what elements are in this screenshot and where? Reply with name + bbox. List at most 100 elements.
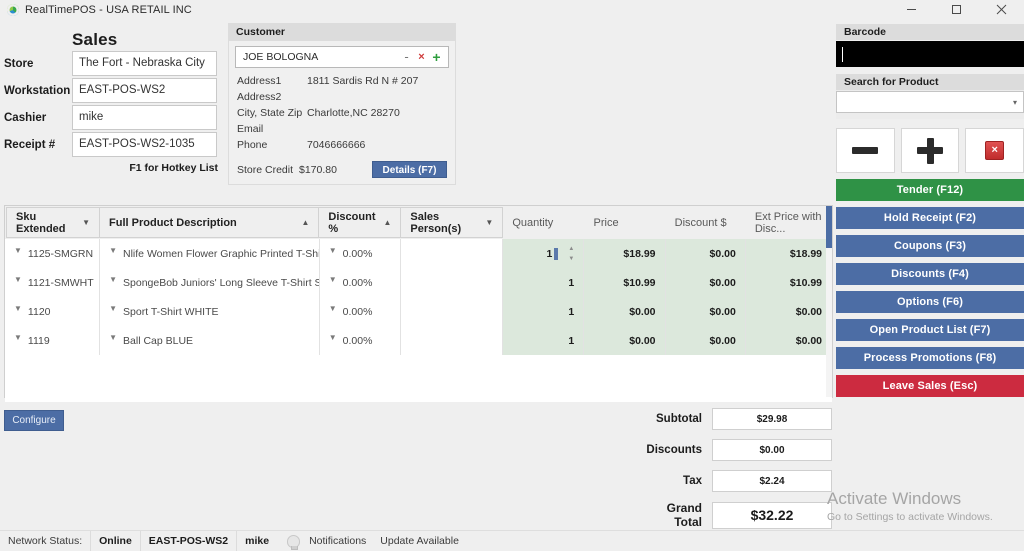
row-expander-icon[interactable]: ▼: [109, 275, 117, 284]
column-header-discount-percent[interactable]: Discount % ▲: [319, 207, 401, 238]
leave-sales-button[interactable]: Leave Sales (Esc): [836, 375, 1024, 397]
row-expander-icon[interactable]: ▼: [329, 333, 337, 342]
options-button[interactable]: Options (F6): [836, 291, 1024, 313]
row-expander-icon[interactable]: ▼: [109, 246, 117, 255]
receipt-field-row: Receipt # EAST-POS-WS2-1035: [4, 132, 217, 157]
cell-sales-person[interactable]: [401, 297, 503, 326]
cell-price[interactable]: $10.99: [584, 268, 665, 297]
cell-discount-percent[interactable]: ▼ 0.00%: [320, 268, 401, 297]
workstation-input[interactable]: EAST-POS-WS2: [72, 78, 217, 103]
row-expander-icon[interactable]: ▼: [109, 304, 117, 313]
cell-sku[interactable]: ▼ 1119: [5, 326, 100, 355]
customer-city-value: Charlotte,NC 28270: [307, 107, 400, 119]
maximize-icon[interactable]: [934, 0, 979, 19]
column-header-sku-extended[interactable]: Sku Extended ▼: [6, 207, 100, 238]
decrement-quantity-button[interactable]: [836, 128, 895, 173]
row-expander-icon[interactable]: ▼: [14, 246, 22, 255]
customer-select[interactable]: JOE BOLOGNA - × +: [235, 46, 449, 68]
table-row[interactable]: ▼ 1120 ▼ Sport T-Shirt WHITE ▼ 0.00% 1 $…: [5, 297, 832, 326]
cell-sku[interactable]: ▼ 1120: [5, 297, 100, 326]
cell-ext-price[interactable]: $0.00: [746, 297, 832, 326]
sort-ascending-icon[interactable]: ▲: [294, 218, 310, 227]
cell-discount-percent[interactable]: ▼ 0.00%: [320, 297, 401, 326]
row-expander-icon[interactable]: ▼: [329, 304, 337, 313]
cell-sku[interactable]: ▼ 1121-SMWHT: [5, 268, 100, 297]
cell-description[interactable]: ▼ Nlife Women Flower Graphic Printed T-S…: [100, 239, 320, 268]
customer-details-button[interactable]: Details (F7): [372, 161, 447, 178]
cashier-input[interactable]: mike: [72, 105, 217, 130]
hold-receipt-button[interactable]: Hold Receipt (F2): [836, 207, 1024, 229]
chevron-down-icon[interactable]: ▼: [74, 218, 90, 227]
column-header-label: Price: [594, 217, 619, 229]
cell-sales-person[interactable]: [401, 268, 503, 297]
quantity-stepper[interactable]: ▲ ▼: [568, 247, 574, 261]
minimize-icon[interactable]: [889, 0, 934, 19]
column-header-sales-persons[interactable]: Sales Person(s) ▼: [401, 207, 503, 238]
cell-description[interactable]: ▼ SpongeBob Juniors' Long Sleeve T-Shirt…: [100, 268, 320, 297]
cell-description[interactable]: ▼ Ball Cap BLUE: [100, 326, 320, 355]
row-expander-icon[interactable]: ▼: [14, 275, 22, 284]
cell-discount-amount[interactable]: $0.00: [666, 239, 746, 268]
barcode-input[interactable]: [836, 41, 1024, 67]
cell-discount-percent[interactable]: ▼ 0.00%: [320, 326, 401, 355]
cell-sales-person[interactable]: [401, 326, 503, 355]
receipt-number-input[interactable]: EAST-POS-WS2-1035: [72, 132, 217, 157]
coupons-button[interactable]: Coupons (F3): [836, 235, 1024, 257]
cell-sales-person[interactable]: [401, 239, 503, 268]
row-expander-icon[interactable]: ▼: [14, 304, 22, 313]
grid-vertical-scrollbar[interactable]: [826, 206, 832, 397]
close-icon[interactable]: [979, 0, 1024, 19]
row-expander-icon[interactable]: ▼: [14, 333, 22, 342]
column-header-price[interactable]: Price: [585, 206, 666, 239]
column-header-discount-amount[interactable]: Discount $: [666, 206, 746, 239]
cell-discount-amount[interactable]: $0.00: [666, 297, 746, 326]
remove-customer-icon[interactable]: ×: [414, 52, 429, 63]
cell-price[interactable]: $0.00: [584, 326, 665, 355]
column-header-quantity[interactable]: Quantity: [503, 206, 584, 239]
cell-ext-price[interactable]: $10.99: [746, 268, 832, 297]
cell-price[interactable]: $0.00: [584, 297, 665, 326]
cell-discount-percent[interactable]: ▼ 0.00%: [320, 239, 401, 268]
cell-quantity[interactable]: 1: [503, 326, 584, 355]
cell-ext-price[interactable]: $18.99: [746, 239, 832, 268]
cell-ext-price[interactable]: $0.00: [746, 326, 832, 355]
table-row[interactable]: ▼ 1119 ▼ Ball Cap BLUE ▼ 0.00% 1 $0.00 $…: [5, 326, 832, 355]
right-action-panel: Barcode Search for Product ▾ × Tender (F…: [836, 24, 1024, 397]
update-available-link[interactable]: Update Available: [366, 535, 459, 547]
cell-discount-amount[interactable]: $0.00: [666, 268, 746, 297]
chevron-down-icon[interactable]: ▾: [1013, 98, 1017, 107]
delete-line-button[interactable]: ×: [965, 128, 1024, 173]
column-header-ext-price-with-discount[interactable]: Ext Price with Disc...: [746, 206, 832, 239]
cell-price[interactable]: $18.99: [584, 239, 665, 268]
cell-quantity[interactable]: 1: [503, 297, 584, 326]
tender-button[interactable]: Tender (F12): [836, 179, 1024, 201]
discounts-button[interactable]: Discounts (F4): [836, 263, 1024, 285]
cell-quantity[interactable]: 1 ▲ ▼: [503, 239, 584, 268]
configure-button[interactable]: Configure: [4, 410, 64, 431]
stepper-up-icon[interactable]: ▲: [568, 247, 574, 251]
column-header-full-product-description[interactable]: Full Product Description ▲: [100, 207, 319, 238]
process-promotions-button[interactable]: Process Promotions (F8): [836, 347, 1024, 369]
search-product-input[interactable]: ▾: [836, 91, 1024, 113]
cell-description[interactable]: ▼ Sport T-Shirt WHITE: [100, 297, 320, 326]
store-input[interactable]: The Fort - Nebraska City: [72, 51, 217, 76]
add-customer-icon[interactable]: +: [429, 50, 444, 64]
cell-sku[interactable]: ▼ 1125-SMGRN: [5, 239, 100, 268]
notifications-link[interactable]: Notifications: [303, 535, 366, 547]
row-expander-icon[interactable]: ▼: [329, 246, 337, 255]
sort-ascending-icon[interactable]: ▲: [375, 218, 391, 227]
row-expander-icon[interactable]: ▼: [329, 275, 337, 284]
grand-total-row: Grand Total $32.22: [640, 501, 832, 529]
chevron-down-icon[interactable]: ▼: [477, 218, 493, 227]
cell-quantity[interactable]: 1: [503, 268, 584, 297]
table-row[interactable]: ▼ 1125-SMGRN ▼ Nlife Women Flower Graphi…: [5, 239, 832, 268]
chevron-down-icon[interactable]: -: [399, 50, 414, 63]
stepper-down-icon[interactable]: ▼: [568, 257, 574, 261]
hotkey-hint: F1 for Hotkey List: [0, 162, 218, 174]
open-product-list-button[interactable]: Open Product List (F7): [836, 319, 1024, 341]
row-expander-icon[interactable]: ▼: [109, 333, 117, 342]
increment-quantity-button[interactable]: [901, 128, 960, 173]
scrollbar-thumb[interactable]: [826, 206, 832, 248]
table-row[interactable]: ▼ 1121-SMWHT ▼ SpongeBob Juniors' Long S…: [5, 268, 832, 297]
cell-discount-amount[interactable]: $0.00: [666, 326, 746, 355]
